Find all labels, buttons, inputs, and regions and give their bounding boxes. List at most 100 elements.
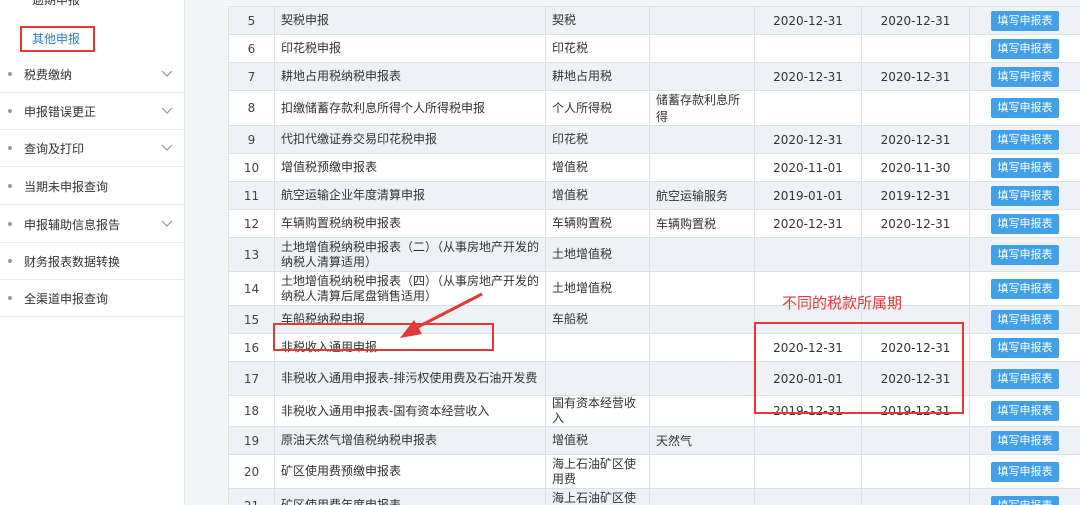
- period-start: 2019-12-31: [754, 395, 862, 427]
- action-cell: 填写申报表: [969, 333, 1080, 362]
- fill-form-button[interactable]: 填写申报表: [991, 337, 1059, 358]
- period-end: 2020-12-31: [861, 62, 970, 91]
- fill-form-button[interactable]: 填写申报表: [991, 66, 1059, 87]
- table-row: 14 土地增值税纳税申报表（四）（从事房地产开发的纳税人清算后尾盘销售适用） 土地增…: [228, 271, 1080, 306]
- sidebar-nav-label: 申报错误更正: [24, 104, 97, 119]
- fill-form-button[interactable]: 填写申报表: [991, 244, 1059, 265]
- tax-item: [649, 305, 755, 334]
- tax-type: 个人所得税: [545, 90, 650, 126]
- fill-form-button[interactable]: 填写申报表: [991, 10, 1059, 31]
- period-end: 2020-12-31: [861, 125, 970, 154]
- fill-form-button[interactable]: 填写申报表: [991, 430, 1059, 451]
- action-cell: 填写申报表: [969, 237, 1080, 272]
- action-cell: 填写申报表: [969, 426, 1080, 455]
- tax-type: 车船税: [545, 305, 650, 334]
- period-start: 2020-12-31: [754, 62, 862, 91]
- tax-type: 印花税: [545, 125, 650, 154]
- filing-table: 5 契税申报 契税 2020-12-31 2020-12-31 填写申报表 6 印花税申报 印花…: [228, 6, 1080, 505]
- table-row: 17 非税收入通用申报表-排污权使用费及石油开发费 2020-01-01 2020-1…: [228, 361, 1080, 396]
- row-number: 15: [228, 305, 275, 334]
- fill-form-button[interactable]: 填写申报表: [991, 98, 1059, 118]
- row-number: 10: [228, 153, 275, 182]
- fill-form-button[interactable]: 填写申报表: [991, 38, 1059, 59]
- period-end: [861, 90, 970, 126]
- period-end: 2019-12-31: [861, 395, 970, 427]
- tax-item: [649, 333, 755, 362]
- fill-form-button[interactable]: 填写申报表: [991, 185, 1059, 206]
- tax-type: 增值税: [545, 153, 650, 182]
- row-number: 18: [228, 395, 275, 427]
- fill-form-button[interactable]: 填写申报表: [991, 213, 1059, 234]
- sidebar-nav-item[interactable]: 财务报表数据转换: [0, 243, 184, 280]
- fill-form-button[interactable]: 填写申报表: [991, 278, 1059, 299]
- tax-item: [649, 361, 755, 396]
- tax-item: [649, 395, 755, 427]
- sidebar-nav-item[interactable]: 申报辅助信息报告: [0, 206, 184, 243]
- tax-type: 土地增值税: [545, 237, 650, 272]
- action-cell: 填写申报表: [969, 125, 1080, 154]
- tax-item: 航空运输服务: [649, 181, 755, 210]
- row-number: 11: [228, 181, 275, 210]
- period-end: 2020-12-31: [861, 209, 970, 238]
- row-number: 16: [228, 333, 275, 362]
- fill-form-button[interactable]: 填写申报表: [991, 309, 1059, 330]
- chevron-down-icon[interactable]: [154, 211, 180, 237]
- table-row: 16 非税收入通用申报 2020-12-31 2020-12-31 填写申报表: [228, 333, 1080, 362]
- sidebar-nav-item[interactable]: 全渠道申报查询: [0, 280, 184, 317]
- period-start: 2019-01-01: [754, 181, 862, 210]
- tax-type: 土地增值税: [545, 271, 650, 306]
- table-row: 10 增值税预缴申报表 增值税 2020-11-01 2020-11-30 填写申报表: [228, 153, 1080, 182]
- action-cell: 填写申报表: [969, 454, 1080, 489]
- period-end: [861, 34, 970, 63]
- form-name: 矿区使用费预缴申报表: [274, 454, 546, 489]
- tax-type: 增值税: [545, 181, 650, 210]
- action-cell: 填写申报表: [969, 271, 1080, 306]
- fill-form-button[interactable]: 填写申报表: [991, 495, 1059, 505]
- tax-item: [649, 237, 755, 272]
- form-name: 航空运输企业年度清算申报: [274, 181, 546, 210]
- period-end: 2020-11-30: [861, 153, 970, 182]
- fill-form-button[interactable]: 填写申报表: [991, 401, 1059, 421]
- action-cell: 填写申报表: [969, 34, 1080, 63]
- fill-form-button[interactable]: 填写申报表: [991, 157, 1059, 178]
- table-row: 13 土地增值税纳税申报表（二）（从事房地产开发的纳税人清算适用） 土地增值税 填写申…: [228, 237, 1080, 272]
- tax-type: 海上石油矿区使用费: [545, 488, 650, 505]
- chevron-down-icon[interactable]: [154, 98, 180, 124]
- sidebar-nav-label: 查询及打印: [24, 141, 85, 156]
- row-number: 17: [228, 361, 275, 396]
- bullet-icon: [8, 296, 12, 300]
- period-start: [754, 237, 862, 272]
- action-cell: 填写申报表: [969, 361, 1080, 396]
- sidebar-subitem-overdue[interactable]: 逾期申报: [20, 0, 92, 11]
- sidebar-nav-item[interactable]: 税费缴纳: [0, 56, 184, 93]
- sidebar-nav-item[interactable]: 当期未申报查询: [0, 168, 184, 205]
- main-content: 5 契税申报 契税 2020-12-31 2020-12-31 填写申报表 6 印花税申报 印花…: [186, 0, 1080, 505]
- period-start: [754, 34, 862, 63]
- period-end: 2020-12-31: [861, 333, 970, 362]
- form-name: 增值税预缴申报表: [274, 153, 546, 182]
- fill-form-button[interactable]: 填写申报表: [991, 129, 1059, 150]
- form-name: 矿区使用费年度申报表: [274, 488, 546, 505]
- table-row: 19 原油天然气增值税纳税申报表 增值税 天然气 填写申报表: [228, 426, 1080, 455]
- action-cell: 填写申报表: [969, 6, 1080, 35]
- bullet-icon: [8, 259, 12, 263]
- row-number: 9: [228, 125, 275, 154]
- chevron-down-icon[interactable]: [154, 61, 180, 87]
- chevron-down-icon[interactable]: [154, 135, 180, 161]
- period-start: [754, 454, 862, 489]
- tax-item: [649, 6, 755, 35]
- period-start: 2020-01-01: [754, 361, 862, 396]
- table-row: 21矿区使用费年度申报表海上石油矿区使用费 填写申报表: [228, 488, 1080, 505]
- sidebar-nav-item[interactable]: 查询及打印: [0, 130, 184, 167]
- row-number: 7: [228, 62, 275, 91]
- sidebar-nav-item[interactable]: 申报错误更正: [0, 93, 184, 130]
- table-row: 20 矿区使用费预缴申报表 海上石油矿区使用费 填写申报表: [228, 454, 1080, 489]
- sidebar-nav-label: 税费缴纳: [24, 67, 73, 82]
- table-row: 8 扣缴储蓄存款利息所得个人所得税申报 个人所得税 储蓄存款利息所得 填写申报表: [228, 90, 1080, 126]
- fill-form-button[interactable]: 填写申报表: [991, 461, 1059, 482]
- sidebar-subitem-other-filing[interactable]: 其他申报: [20, 26, 95, 52]
- form-name: 代扣代缴证券交易印花税申报: [274, 125, 546, 154]
- period-end: [861, 237, 970, 272]
- fill-form-button[interactable]: 填写申报表: [991, 368, 1059, 389]
- row-number: 13: [228, 237, 275, 272]
